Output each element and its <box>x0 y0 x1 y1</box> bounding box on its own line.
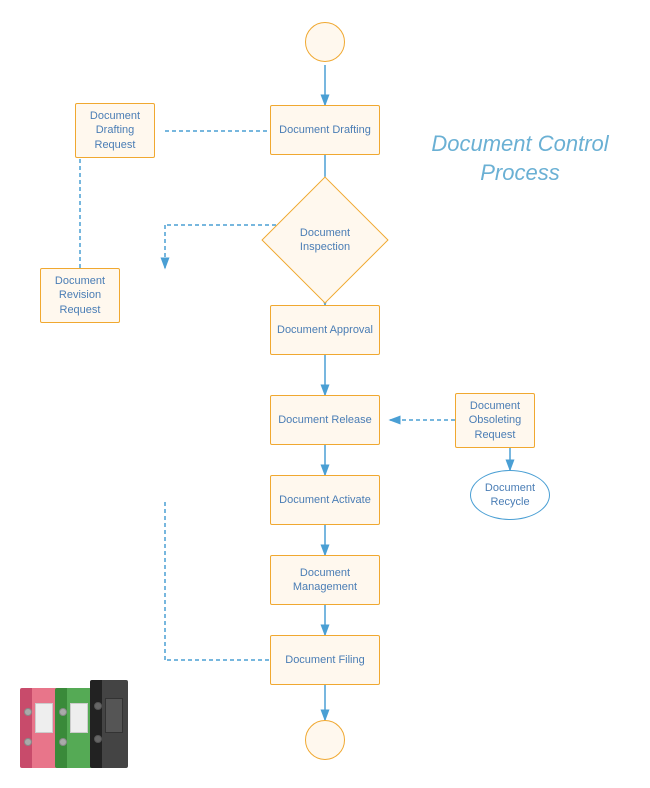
doc-drafting-label: Document Drafting <box>279 123 371 137</box>
doc-filing-label: Document Filing <box>285 653 364 667</box>
diagram-title: Document Control Process <box>430 130 610 187</box>
end-circle <box>305 720 345 760</box>
doc-recycle-label: Document Recycle <box>471 481 549 510</box>
start-circle <box>305 22 345 62</box>
doc-release-box: Document Release <box>270 395 380 445</box>
binder-green <box>55 688 93 768</box>
doc-inspection-label: Document Inspection <box>280 226 370 255</box>
doc-management-label: Document Management <box>271 566 379 595</box>
doc-release-label: Document Release <box>278 413 372 427</box>
doc-obsoleting-request-box: Document Obsoleting Request <box>455 393 535 448</box>
doc-revision-request-label: Document Revision Request <box>41 274 119 317</box>
doc-approval-box: Document Approval <box>270 305 380 355</box>
doc-recycle-ellipse: Document Recycle <box>470 470 550 520</box>
doc-revision-request-box: Document Revision Request <box>40 268 120 323</box>
doc-filing-box: Document Filing <box>270 635 380 685</box>
doc-inspection-diamond: Document Inspection <box>280 195 370 285</box>
doc-activate-label: Document Activate <box>279 493 371 507</box>
doc-drafting-request-box: Document Drafting Request <box>75 103 155 158</box>
binder-black <box>90 680 128 768</box>
doc-drafting-box: Document Drafting <box>270 105 380 155</box>
doc-approval-label: Document Approval <box>277 323 373 337</box>
doc-drafting-request-label: Document Drafting Request <box>76 109 154 152</box>
doc-obsoleting-request-label: Document Obsoleting Request <box>456 399 534 442</box>
binders-illustration <box>20 680 120 768</box>
diagram-container: Document Drafting Document Drafting Requ… <box>0 0 650 788</box>
binder-pink <box>20 688 58 768</box>
doc-activate-box: Document Activate <box>270 475 380 525</box>
doc-management-box: Document Management <box>270 555 380 605</box>
